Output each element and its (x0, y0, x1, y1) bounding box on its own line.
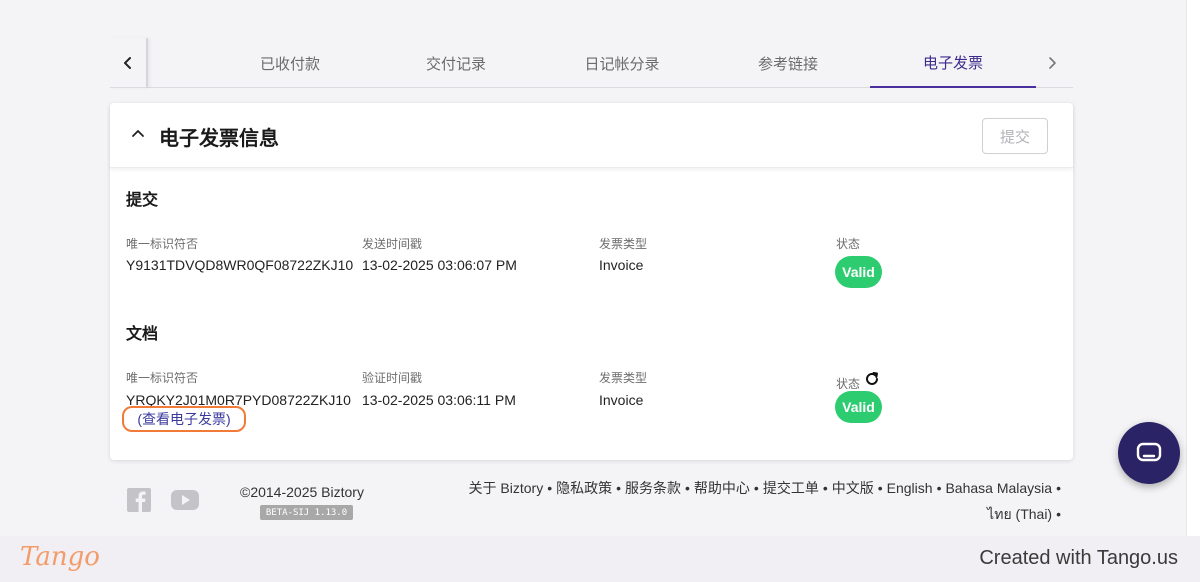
tab-delivery-records[interactable]: 交付记录 (394, 38, 518, 88)
chevron-left-icon (124, 57, 131, 69)
document-time-label: 验证时间戳 (362, 371, 423, 385)
footer-separator: • (616, 480, 622, 496)
card-title: 电子发票信息 (159, 128, 279, 150)
view-e-invoice-link[interactable]: (查看电子发票) (122, 406, 246, 432)
tango-credit: Created with Tango.us (979, 547, 1178, 569)
footer-link-submit-ticket[interactable]: 提交工单 (763, 480, 819, 496)
footer-separator: • (753, 480, 759, 496)
app-frame: 已收付款 交付记录 日记帐分录 参考链接 电子发票 电子发票信息 提交 提交 唯… (0, 0, 1186, 536)
card-header: 电子发票信息 提交 (110, 103, 1073, 168)
submission-uid-label: 唯一标识符否 (126, 237, 199, 251)
submit-button[interactable]: 提交 (982, 118, 1048, 154)
footer-links: 关于 Biztory • 隐私政策 • 服务条款 • 帮助中心 • 提交工单 • 中文版 • Engli… (440, 475, 1065, 527)
tab-scroll-left-button[interactable] (110, 38, 148, 88)
chevron-right-icon (1049, 57, 1056, 69)
tab-reference-links[interactable]: 参考链接 (726, 38, 850, 88)
document-section-title: 文档 (126, 326, 159, 343)
tab-e-invoice[interactable]: 电子发票 (870, 38, 1036, 88)
footer-separator: • (822, 480, 828, 496)
footer-separator: • (547, 480, 553, 496)
tango-bar: Tango Created with Tango.us (0, 536, 1200, 582)
version-badge: BETA-SIJ 1.13.0 (260, 505, 353, 520)
scrollbar[interactable] (1186, 0, 1200, 536)
submission-uid-value: Y9131TDVQD8WR0QF08722ZKJ10 (126, 257, 354, 273)
copyright-text: ©2014-2025 Biztory (240, 484, 364, 500)
submission-status-badge: Valid (835, 256, 882, 288)
chat-button[interactable] (1118, 422, 1180, 484)
youtube-icon[interactable] (171, 488, 199, 512)
refresh-icon[interactable] (864, 371, 880, 387)
tab-received-payments[interactable]: 已收付款 (228, 38, 352, 88)
footer-separator: • (936, 480, 942, 496)
submission-type-value: Invoice (599, 257, 644, 273)
footer-separator: • (877, 480, 883, 496)
document-type-label: 发票类型 (599, 371, 648, 385)
e-invoice-card: 电子发票信息 提交 提交 唯一标识符否 Y9131TDVQD8WR0QF0872… (110, 103, 1073, 460)
submission-time-label: 发送时间戳 (362, 237, 423, 251)
submission-section-title: 提交 (126, 192, 159, 209)
footer-separator: • (1056, 506, 1061, 522)
footer-link-thai[interactable]: ไทย (Thai) (987, 506, 1052, 522)
tango-logo: Tango (20, 542, 100, 572)
footer-separator: • (685, 480, 690, 496)
submission-status-label: 状态 (836, 237, 861, 251)
footer-separator: • (1056, 480, 1061, 496)
document-status-badge: Valid (835, 391, 882, 423)
document-status-label: 状态 (836, 377, 861, 391)
chevron-up-icon[interactable] (130, 125, 146, 141)
chat-icon (1136, 442, 1162, 462)
footer-link-terms[interactable]: 服务条款 (625, 480, 681, 496)
document-type-value: Invoice (599, 392, 644, 408)
submission-time-value: 13-02-2025 03:06:07 PM (362, 257, 517, 273)
footer-link-malay[interactable]: Bahasa Malaysia (945, 480, 1052, 496)
submission-type-label: 发票类型 (599, 237, 648, 251)
document-time-value: 13-02-2025 03:06:11 PM (362, 392, 516, 408)
facebook-icon[interactable] (126, 488, 152, 512)
footer-link-english[interactable]: English (887, 480, 933, 496)
footer-link-help-center[interactable]: 帮助中心 (694, 480, 750, 496)
footer-link-chinese[interactable]: 中文版 (832, 480, 874, 496)
tab-scroll-right-button[interactable] (1037, 38, 1067, 88)
tab-journal-entries[interactable]: 日记帐分录 (560, 38, 684, 88)
footer-link-privacy[interactable]: 隐私政策 (556, 480, 612, 496)
document-uid-label: 唯一标识符否 (126, 371, 199, 385)
footer-link-about[interactable]: 关于 Biztory (469, 480, 544, 496)
tab-bar: 已收付款 交付记录 日记帐分录 参考链接 电子发票 (110, 38, 1073, 88)
